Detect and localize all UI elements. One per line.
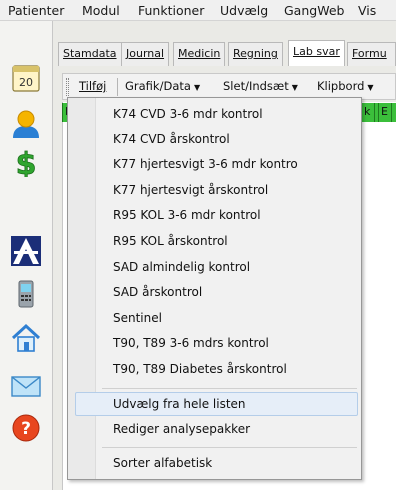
toolbar-separator <box>117 78 118 96</box>
tilfoj-button[interactable]: Tilføj <box>79 79 106 93</box>
menu-item-t90-t89-3-6[interactable]: T90, T89 3-6 mdrs kontrol <box>113 336 269 350</box>
mail-icon[interactable] <box>11 371 41 401</box>
sidebar: 20 $ ? <box>0 21 53 490</box>
calendar-number: 20 <box>19 76 33 89</box>
menu-item-k74-cvd-aarskontrol[interactable]: K74 CVD årskontrol <box>113 132 230 146</box>
chevron-down-icon: ▼ <box>291 83 298 92</box>
menu-item-r95-kol-aarskontrol[interactable]: R95 KOL årskontrol <box>113 234 228 248</box>
menu-item-sad-almindelig[interactable]: SAD almindelig kontrol <box>113 260 250 274</box>
menu-modul[interactable]: Modul <box>82 3 120 18</box>
tab-formular[interactable]: Formu <box>347 42 396 66</box>
module-tabs: Stamdata Journal Medicin Regning Lab sva… <box>58 40 396 66</box>
toolbar-grip[interactable] <box>66 78 69 96</box>
phone-icon[interactable] <box>11 279 41 309</box>
menu-item-r95-kol-3-6[interactable]: R95 KOL 3-6 mdr kontrol <box>113 208 261 222</box>
grafik-data-menu[interactable]: Grafik/Data ▼ <box>125 79 200 93</box>
home-icon[interactable] <box>11 323 41 353</box>
menu-funktioner[interactable]: Funktioner <box>138 3 204 18</box>
klipbord-menu[interactable]: Klipbord ▼ <box>317 79 374 93</box>
tab-regning[interactable]: Regning <box>228 42 283 66</box>
grid-cell-right-2[interactable]: E <box>378 103 392 122</box>
menu-gangweb[interactable]: GangWeb <box>284 3 344 18</box>
chevron-down-icon: ▼ <box>193 83 201 92</box>
toolbar: Tilføj Grafik/Data ▼ Slet/Indsæt ▼ Klipbor… <box>62 73 396 100</box>
menu-item-t90-t89-diabetes[interactable]: T90, T89 Diabetes årskontrol <box>113 362 287 376</box>
menu-item-rediger-analysepakker[interactable]: Rediger analysepakker <box>113 422 250 436</box>
menu-item-sentinel[interactable]: Sentinel <box>113 311 162 325</box>
tab-journal[interactable]: Journal <box>121 42 170 66</box>
menu-patienter[interactable]: Patienter <box>8 3 64 18</box>
tab-medicin[interactable]: Medicin <box>173 42 226 66</box>
svg-text:$: $ <box>16 147 37 177</box>
menu-item-k77-hjertesvigt-3-6[interactable]: K77 hjertesvigt 3-6 mdr kontro <box>113 157 298 171</box>
person-icon[interactable] <box>11 109 41 139</box>
network-icon[interactable] <box>11 236 41 266</box>
menu-separator <box>102 447 357 448</box>
tab-stamdata[interactable]: Stamdata <box>58 42 122 66</box>
menu-item-udvaelg-fra-hele-listen[interactable]: Udvælg fra hele listen <box>113 397 246 411</box>
dollar-icon[interactable]: $ <box>11 147 41 183</box>
grafik-data-label: Grafik/Data <box>125 79 191 93</box>
menu-bar: Patienter Modul Funktioner Udvælg GangWe… <box>0 0 396 21</box>
klipbord-label: Klipbord <box>317 79 365 93</box>
menu-udvaelg[interactable]: Udvælg <box>220 3 268 18</box>
grid-cell-right-1[interactable]: k <box>361 103 375 122</box>
tab-lab-svar[interactable]: Lab svar <box>288 40 345 66</box>
menu-item-sorter-alfabetisk[interactable]: Sorter alfabetisk <box>113 456 212 470</box>
help-icon[interactable]: ? <box>11 413 41 443</box>
menu-separator <box>102 388 357 389</box>
menu-gutter <box>68 98 96 479</box>
slet-indsaet-label: Slet/Indsæt <box>223 79 289 93</box>
tilfoj-dropdown-menu: K74 CVD 3-6 mdr kontrol K74 CVD årskontr… <box>67 97 362 480</box>
calendar-icon[interactable]: 20 <box>11 63 41 93</box>
menu-item-k74-cvd-3-6[interactable]: K74 CVD 3-6 mdr kontrol <box>113 107 263 121</box>
menu-item-k77-hjertesvigt-aarskontrol[interactable]: K77 hjertesvigt årskontrol <box>113 183 268 197</box>
menu-item-sad-aarskontrol[interactable]: SAD årskontrol <box>113 285 202 299</box>
help-glyph: ? <box>21 419 31 439</box>
menu-vis[interactable]: Vis <box>358 3 376 18</box>
chevron-down-icon: ▼ <box>367 83 374 92</box>
slet-indsaet-menu[interactable]: Slet/Indsæt ▼ <box>223 79 298 93</box>
